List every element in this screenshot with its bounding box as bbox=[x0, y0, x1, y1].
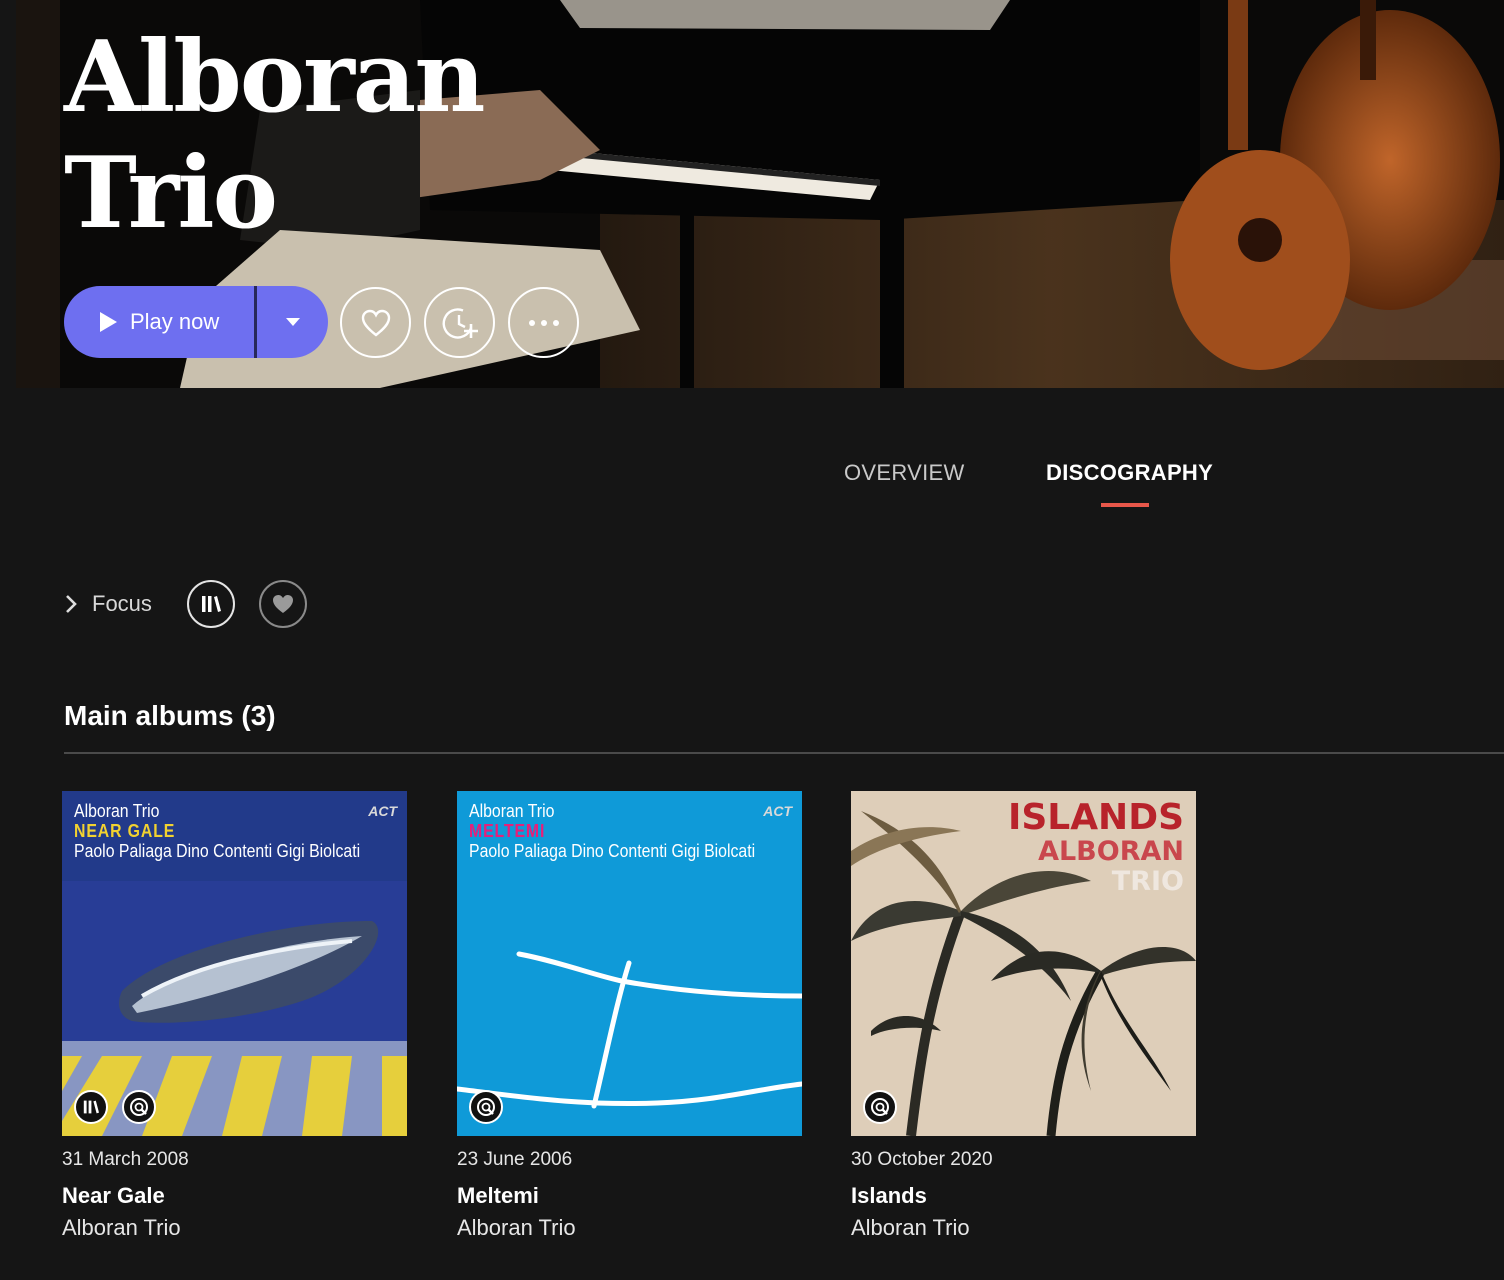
tab-overview[interactable]: OVERVIEW bbox=[844, 460, 965, 486]
artist-hero: Alboran Trio Play now bbox=[0, 0, 1504, 388]
cover-artist-text: Alboran Trio bbox=[74, 801, 160, 821]
library-filter-button[interactable] bbox=[187, 580, 235, 628]
album-release-date: 31 March 2008 bbox=[62, 1149, 189, 1170]
cover-title-line3: TRIO bbox=[1111, 866, 1184, 897]
artist-name: Alboran Trio bbox=[64, 20, 486, 252]
album-title[interactable]: Islands bbox=[851, 1183, 1196, 1209]
play-now-label: Play now bbox=[130, 309, 220, 334]
more-options-button[interactable] bbox=[508, 287, 579, 358]
heart-outline-icon bbox=[361, 309, 390, 337]
play-button-group: Play now bbox=[64, 286, 328, 358]
chevron-right-icon bbox=[66, 595, 77, 613]
active-tab-indicator bbox=[1101, 503, 1149, 507]
album-release-date: 23 June 2006 bbox=[457, 1149, 573, 1170]
album-artist[interactable]: Alboran Trio bbox=[851, 1215, 1196, 1241]
album-artist[interactable]: Alboran Trio bbox=[457, 1215, 802, 1241]
hi-res-badge bbox=[122, 1090, 156, 1124]
cover-title-line2: ALBORAN bbox=[1038, 836, 1184, 867]
label-logo: ACT bbox=[763, 803, 792, 819]
artist-tabs: OVERVIEW DISCOGRAPHY bbox=[0, 460, 1504, 520]
cover-musicians-text: Paolo Paliaga Dino Contenti Gigi Biolcat… bbox=[74, 841, 361, 861]
album-cover[interactable]: ISLANDS ALBORAN TRIO bbox=[851, 791, 1196, 1136]
discography-filters: Focus bbox=[64, 580, 464, 628]
hi-res-badge bbox=[469, 1090, 503, 1124]
play-icon bbox=[98, 311, 118, 333]
album-card: ISLANDS ALBORAN TRIO 30 October 2020 Isl… bbox=[851, 791, 1196, 1241]
album-cover[interactable]: Alboran Trio NEAR GALE Paolo Paliaga Din… bbox=[62, 791, 407, 1136]
cover-text: Alboran Trio MELTEMI Paolo Paliaga Dino … bbox=[469, 801, 794, 861]
section-divider bbox=[64, 752, 1504, 754]
focus-toggle[interactable]: Focus bbox=[64, 580, 152, 628]
play-options-dropdown[interactable] bbox=[257, 286, 328, 358]
album-card: Alboran Trio NEAR GALE Paolo Paliaga Din… bbox=[62, 791, 407, 1241]
library-icon bbox=[83, 1100, 99, 1114]
cover-album-text: MELTEMI bbox=[469, 821, 546, 841]
album-card: Alboran Trio MELTEMI Paolo Paliaga Dino … bbox=[457, 791, 802, 1241]
album-title[interactable]: Meltemi bbox=[457, 1183, 802, 1209]
label-logo: ACT bbox=[368, 803, 397, 819]
cover-title-line1: ISLANDS bbox=[1007, 797, 1184, 838]
play-now-button[interactable]: Play now bbox=[64, 286, 254, 358]
heart-filled-icon bbox=[273, 595, 293, 613]
hi-res-icon bbox=[871, 1098, 889, 1116]
focus-label: Focus bbox=[92, 591, 152, 616]
favorite-button[interactable] bbox=[340, 287, 411, 358]
hero-left-edge bbox=[0, 0, 16, 388]
cover-artist-text: Alboran Trio bbox=[469, 801, 555, 821]
album-cover[interactable]: Alboran Trio MELTEMI Paolo Paliaga Dino … bbox=[457, 791, 802, 1136]
section-title: Main albums (3) bbox=[64, 700, 276, 731]
album-title[interactable]: Near Gale bbox=[62, 1183, 407, 1209]
artist-name-line2: Trio bbox=[64, 136, 278, 251]
in-library-badge bbox=[74, 1090, 108, 1124]
cover-musicians-text: Paolo Paliaga Dino Contenti Gigi Biolcat… bbox=[469, 841, 756, 861]
library-icon bbox=[202, 596, 221, 612]
favorites-filter-button[interactable] bbox=[259, 580, 307, 628]
hi-res-badge bbox=[863, 1090, 897, 1124]
hi-res-icon bbox=[477, 1098, 495, 1116]
caret-down-icon bbox=[285, 318, 300, 326]
clock-plus-icon bbox=[442, 307, 478, 339]
ellipsis-icon bbox=[528, 319, 559, 326]
hi-res-icon bbox=[130, 1098, 148, 1116]
cover-text: Alboran Trio NEAR GALE Paolo Paliaga Din… bbox=[74, 801, 399, 861]
album-release-date: 30 October 2020 bbox=[851, 1149, 993, 1170]
cover-album-text: NEAR GALE bbox=[74, 821, 176, 841]
artist-name-line1: Alboran bbox=[64, 20, 486, 135]
album-artist[interactable]: Alboran Trio bbox=[62, 1215, 407, 1241]
tab-discography[interactable]: DISCOGRAPHY bbox=[1046, 460, 1213, 486]
add-to-queue-button[interactable] bbox=[424, 287, 495, 358]
cover-title-text: ISLANDS ALBORAN TRIO bbox=[1008, 799, 1184, 897]
